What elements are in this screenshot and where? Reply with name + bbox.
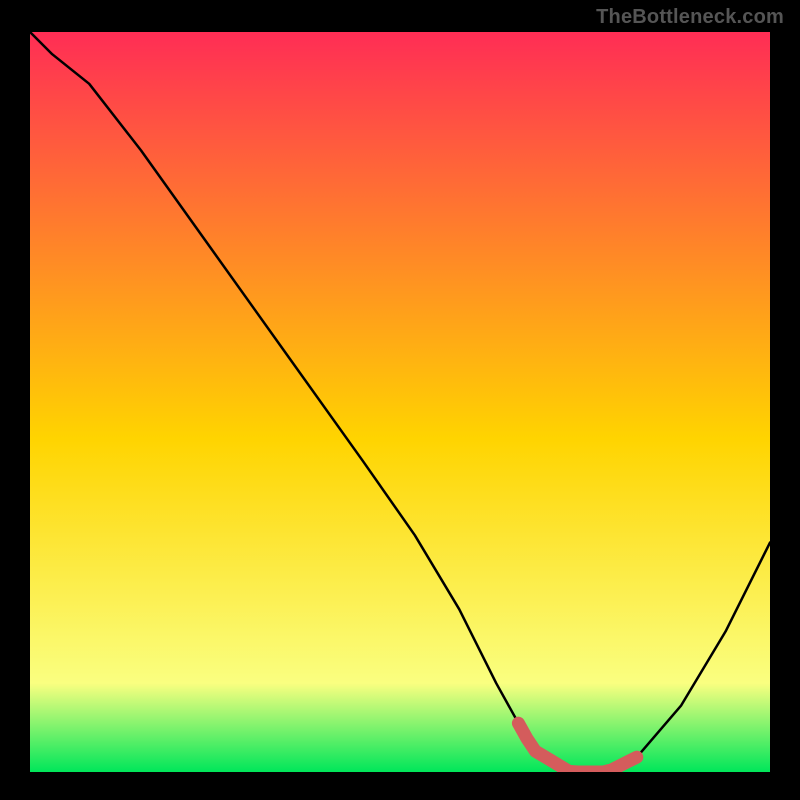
attribution-text: TheBottleneck.com (596, 6, 784, 29)
bottleneck-chart-svg (30, 32, 770, 772)
gradient-background (30, 32, 770, 772)
chart-area (30, 32, 770, 772)
